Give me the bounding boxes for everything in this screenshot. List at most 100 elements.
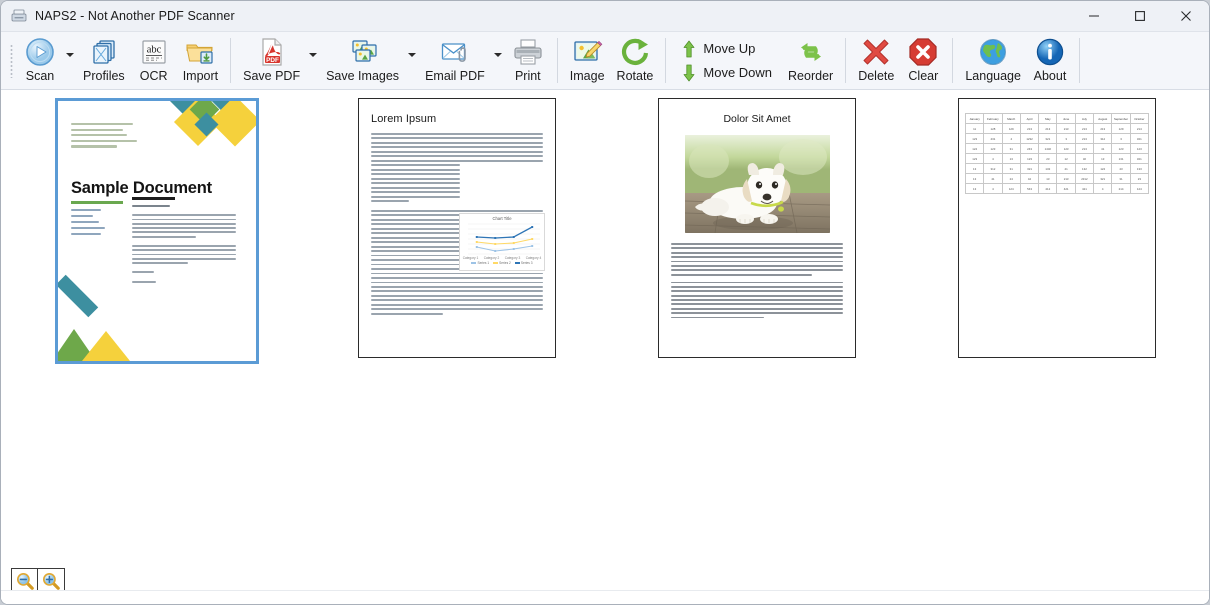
table-cell: 13 xyxy=(1094,154,1112,164)
table-cell: 123 xyxy=(966,154,984,164)
email-pdf-split-button[interactable]: Email PDF xyxy=(419,32,505,89)
thumbnail-cell-3[interactable]: Dolor Sit Amet xyxy=(607,96,907,358)
page-title-2: Lorem Ipsum xyxy=(371,113,543,125)
reorder-button[interactable]: Reorder xyxy=(782,32,839,89)
table-header-cell: April xyxy=(1020,114,1038,124)
print-button[interactable]: Print xyxy=(505,32,551,89)
scan-button[interactable]: Scan xyxy=(17,32,63,89)
table-cell: 214 xyxy=(1112,184,1130,194)
chart-cat-2: Category 2 xyxy=(484,256,500,260)
table-cell: 213 xyxy=(1075,124,1093,134)
table-row: 12412331243143212321341123123 xyxy=(966,144,1149,154)
table-cell: 13 xyxy=(966,164,984,174)
table-cell: 133 xyxy=(1130,164,1148,174)
chart-legend-item-1: Series 1 xyxy=(471,261,489,265)
email-pdf-button[interactable]: Email PDF xyxy=(419,32,491,89)
scan-split-button[interactable]: Scan xyxy=(17,32,77,89)
save-images-dropdown-arrow[interactable] xyxy=(405,32,419,89)
chevron-down-icon xyxy=(309,53,317,57)
table-cell: 32 xyxy=(1075,154,1093,164)
save-pdf-button[interactable]: PDF Save PDF xyxy=(237,32,306,89)
table-cell: 213 xyxy=(1057,124,1075,134)
info-icon xyxy=(1034,36,1066,68)
chart-legend-label-2: Series 2 xyxy=(499,261,511,265)
toolbar-separator-4 xyxy=(845,38,846,83)
toolbar-separator-5 xyxy=(952,38,953,83)
thumbnail-work-area[interactable]: Sample Document xyxy=(1,90,1209,604)
data-table: JanuaryFebruaryMarchAprilMayJuneJulyAugu… xyxy=(965,113,1149,194)
page-preview-1[interactable]: Sample Document xyxy=(58,101,256,361)
title-bar: NAPS2 - Not Another PDF Scanner xyxy=(1,1,1209,32)
arrow-up-icon xyxy=(682,40,696,58)
import-button[interactable]: Import xyxy=(177,32,224,89)
clear-button[interactable]: Clear xyxy=(900,32,946,89)
table-header-cell: August xyxy=(1094,114,1112,124)
table-cell: 123 xyxy=(1020,154,1038,164)
thumbnail-cell-2[interactable]: Lorem Ipsum xyxy=(307,96,607,358)
close-button[interactable] xyxy=(1163,1,1209,32)
table-cell: 213 xyxy=(1094,124,1112,134)
move-down-label: Move Down xyxy=(703,65,772,80)
table-row: 11128129213213213213213129214 xyxy=(966,124,1149,134)
rotate-button[interactable]: Rotate xyxy=(611,32,660,89)
page-preview-2[interactable]: Lorem Ipsum xyxy=(358,98,556,358)
table-cell: 2312 xyxy=(1075,174,1093,184)
letterhead-recipient xyxy=(71,209,109,239)
toolbar-grip[interactable] xyxy=(7,41,15,81)
table-cell: 123 xyxy=(984,144,1002,154)
table-cell: 12 xyxy=(1057,154,1075,164)
table-header-cell: September xyxy=(1112,114,1130,124)
page-preview-4[interactable]: JanuaryFebruaryMarchAprilMayJuneJulyAugu… xyxy=(958,98,1156,358)
chevron-down-icon xyxy=(66,53,74,57)
save-images-split-button[interactable]: Save Images xyxy=(320,32,419,89)
delete-button[interactable]: Delete xyxy=(852,32,900,89)
dolor-sit-amet-page: Dolor Sit Amet xyxy=(659,99,855,357)
save-pdf-dropdown-arrow[interactable] xyxy=(306,32,320,89)
table-cell: 43 xyxy=(1112,164,1130,174)
print-label: Print xyxy=(515,69,541,83)
table-cell: 213 xyxy=(1075,134,1093,144)
table-row: 1341245434124214214214124 xyxy=(966,184,1149,194)
table-cell: 23 xyxy=(1130,174,1148,184)
printer-icon xyxy=(512,36,544,68)
maximize-button[interactable] xyxy=(1117,1,1163,32)
save-pdf-split-button[interactable]: PDF Save PDF xyxy=(237,32,320,89)
save-images-icon xyxy=(347,36,379,68)
table-cell: 132 xyxy=(1039,164,1057,174)
email-pdf-dropdown-arrow[interactable] xyxy=(491,32,505,89)
table-page: JanuaryFebruaryMarchAprilMayJuneJulyAugu… xyxy=(959,99,1155,357)
table-cell: 41 xyxy=(1094,144,1112,154)
page-preview-3[interactable]: Dolor Sit Amet xyxy=(658,98,856,358)
scanner-icon xyxy=(11,8,27,24)
table-cell: 124 xyxy=(1094,164,1112,174)
table-cell: 431 xyxy=(984,134,1002,144)
language-button[interactable]: Language xyxy=(959,32,1027,89)
scan-dropdown-arrow[interactable] xyxy=(63,32,77,89)
import-folder-icon xyxy=(184,36,216,68)
profiles-button[interactable]: Profiles xyxy=(77,32,131,89)
table-cell: 1432 xyxy=(1039,144,1057,154)
save-images-button[interactable]: Save Images xyxy=(320,32,405,89)
table-row: 13312313211324113212443133 xyxy=(966,164,1149,174)
svg-text:PDF: PDF xyxy=(266,57,279,64)
delete-label: Delete xyxy=(858,69,894,83)
chart-cat-3: Category 3 xyxy=(505,256,521,260)
chart-legend-item-3: Series 3 xyxy=(515,261,533,265)
minimize-button[interactable] xyxy=(1071,1,1117,32)
about-button[interactable]: About xyxy=(1027,32,1073,89)
chart-cat-4: Category 4 xyxy=(526,256,542,260)
table-cell: 312 xyxy=(984,164,1002,174)
ocr-button[interactable]: abc OCR xyxy=(131,32,177,89)
puppy-photo xyxy=(685,135,830,233)
move-down-button[interactable]: Move Down xyxy=(678,62,776,84)
table-cell: 23 xyxy=(1039,154,1057,164)
table-cell: 41 xyxy=(1057,164,1075,174)
thumbnail-1-selected[interactable]: Sample Document xyxy=(55,98,259,364)
thumbnail-cell-1[interactable]: Sample Document xyxy=(7,96,307,364)
move-up-button[interactable]: Move Up xyxy=(678,38,776,60)
table-header-row: JanuaryFebruaryMarchAprilMayJuneJulyAugu… xyxy=(966,114,1149,124)
rotate-icon xyxy=(619,36,651,68)
image-button[interactable]: Image xyxy=(564,32,611,89)
thumbnail-cell-4[interactable]: JanuaryFebruaryMarchAprilMayJuneJulyAugu… xyxy=(907,96,1207,358)
table-cell: 543 xyxy=(1020,184,1038,194)
